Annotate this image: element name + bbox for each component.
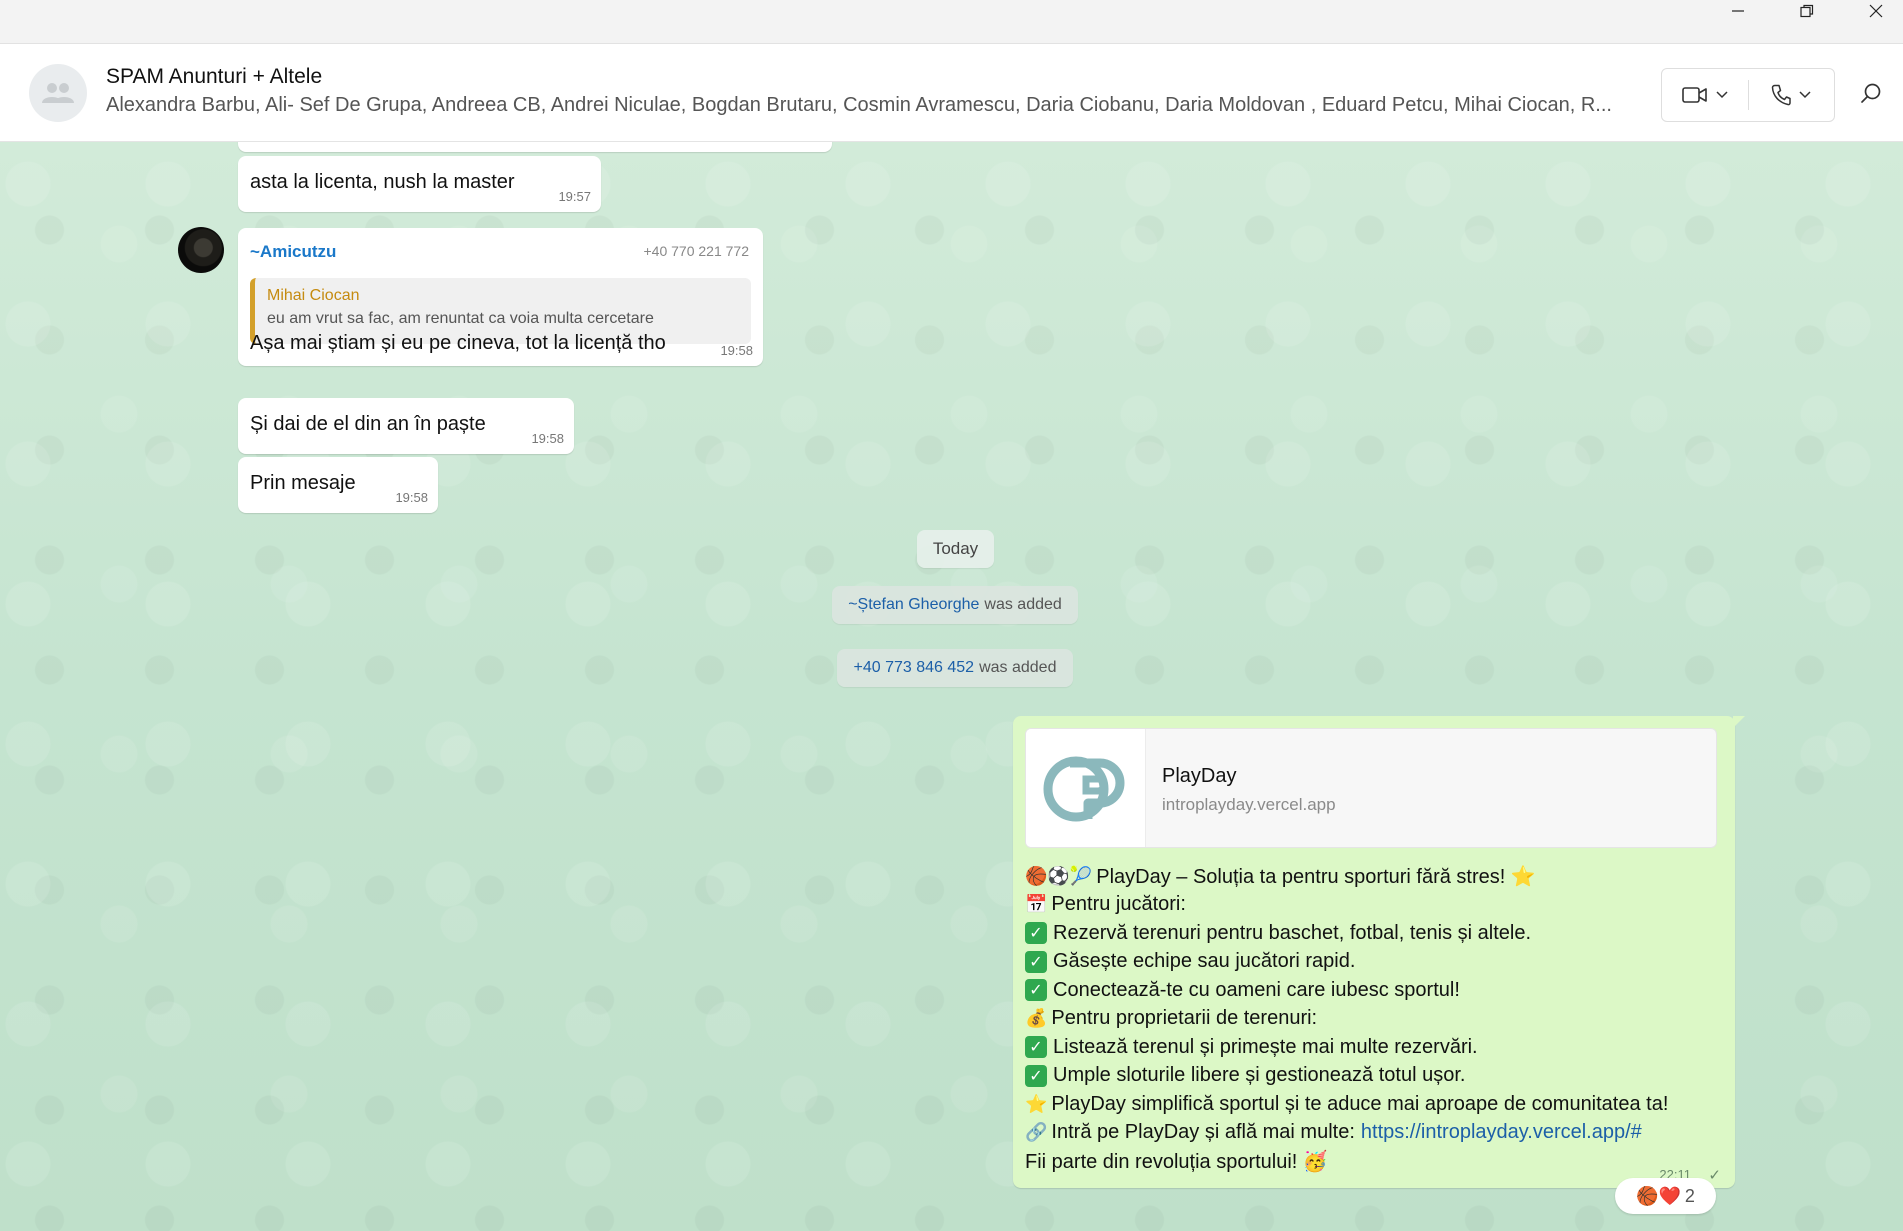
minimize-icon — [1731, 10, 1744, 12]
window-title-bar — [0, 0, 1903, 44]
search-icon — [1861, 83, 1881, 103]
chat-header: SPAM Anunturi + Altele Alexandra Barbu, … — [0, 44, 1903, 142]
message-line: ✓ Umple sloturile libere și gestionează t… — [1025, 1062, 1725, 1091]
message-line-text: Pentru jucători: — [1051, 893, 1186, 916]
group-icon — [42, 83, 74, 103]
check-mark-icon: ✓ — [1025, 922, 1047, 945]
outgoing-message-bubble[interactable]: PlayDay introplayday.vercel.app 🏀⚽🎾 PlayD… — [1013, 716, 1745, 1188]
message-line-text: Pentru proprietarii de terenuri: — [1051, 1007, 1318, 1030]
message-time: 19:58 — [531, 431, 564, 446]
voice-call-button[interactable] — [1749, 69, 1835, 121]
message-bubble[interactable]: Și dai de el din an în paște 19:58 — [238, 398, 574, 454]
playday-logo-icon — [1043, 756, 1124, 822]
emoji-icon: 💰 — [1025, 1008, 1048, 1029]
message-line: 📅 Pentru jucători: — [1025, 891, 1725, 920]
message-time: 19:57 — [558, 189, 591, 204]
message-text: Așa mai știam și eu pe cineva, tot la li… — [250, 332, 666, 354]
chat-messages-area[interactable]: asta la licenta, nush la master 19:57 ~A… — [0, 142, 1903, 1231]
emoji-icon: 📅 — [1025, 894, 1048, 915]
system-message: +40 773 846 452 was added — [837, 649, 1073, 687]
reaction-emojis: 🏀❤️ — [1636, 1185, 1681, 1206]
phone-icon — [1772, 84, 1791, 106]
chevron-down-icon — [1716, 91, 1728, 99]
message-time: 19:58 — [720, 343, 753, 358]
message-link[interactable]: https://introplayday.vercel.app/# — [1361, 1121, 1642, 1144]
system-message-text: was added — [984, 596, 1062, 613]
message-line-text: Intră pe PlayDay și află mai multe: — [1051, 1121, 1355, 1144]
message-line-text: Fii parte din revoluția sportului! 🥳 — [1025, 1150, 1328, 1173]
video-camera-icon — [1681, 87, 1707, 103]
sender-avatar[interactable] — [178, 227, 224, 273]
message-text: asta la licenta, nush la master — [250, 171, 515, 193]
message-line: ✓ Rezervă terenuri pentru baschet, fotbal… — [1025, 919, 1725, 948]
message-line-text: PlayDay simplifică sportul și te aduce m… — [1051, 1092, 1669, 1115]
check-mark-icon: ✓ — [1025, 1036, 1047, 1059]
restore-icon — [1799, 4, 1813, 18]
check-mark-icon: ✓ — [1025, 950, 1047, 973]
sender-phone: +40 770 221 772 — [643, 243, 750, 259]
sender-name[interactable]: ~Amicutzu — [250, 242, 336, 262]
message-line-text: Umple sloturile libere și gestionează to… — [1053, 1064, 1466, 1087]
chevron-down-icon — [1799, 91, 1811, 99]
chat-members-list[interactable]: Alexandra Barbu, Ali- Sef De Grupa, Andr… — [106, 94, 1646, 117]
close-icon — [1869, 4, 1882, 18]
date-divider: Today — [917, 530, 994, 568]
message-line: 💰 Pentru proprietarii de terenuri: — [1025, 1005, 1725, 1034]
group-avatar[interactable] — [29, 64, 87, 122]
quote-author: Mihai Ciocan — [267, 287, 360, 304]
message-line-text: PlayDay – Soluția ta pentru sporturi făr… — [1096, 865, 1536, 888]
check-mark-icon: ✓ — [1025, 1064, 1047, 1087]
emoji-icon: ⭐ — [1025, 1093, 1048, 1114]
message-bubble-reply[interactable]: ~Amicutzu +40 770 221 772 Mihai Ciocan e… — [238, 228, 763, 366]
chat-title[interactable]: SPAM Anunturi + Altele — [106, 65, 322, 89]
reaction-count: 2 — [1684, 1185, 1695, 1206]
video-call-button[interactable] — [1662, 69, 1748, 121]
message-text: Prin mesaje — [250, 472, 356, 494]
outgoing-message-text: 🏀⚽🎾 PlayDay – Soluția ta pentru sporturi … — [1025, 862, 1725, 1176]
quote-text: eu am vrut sa fac, am renuntat ca voia m… — [267, 310, 654, 327]
message-bubble[interactable]: Prin mesaje 19:58 — [238, 457, 438, 513]
link-preview-title: PlayDay — [1162, 765, 1237, 787]
emoji-icon: 🔗 — [1025, 1122, 1048, 1143]
call-button-group — [1661, 68, 1835, 122]
message-line: Fii parte din revoluția sportului! 🥳 — [1025, 1147, 1725, 1176]
message-line: 🏀⚽🎾 PlayDay – Soluția ta pentru sporturi … — [1025, 862, 1725, 891]
message-line-text: Rezervă terenuri pentru baschet, fotbal,… — [1053, 921, 1532, 944]
message-bubble-partial[interactable] — [238, 142, 832, 152]
message-reactions[interactable]: 🏀❤️ 2 — [1615, 1178, 1716, 1214]
message-line: ✓ Conectează-te cu oameni care iubesc spo… — [1025, 976, 1725, 1005]
message-bubble[interactable]: asta la licenta, nush la master 19:57 — [238, 156, 601, 212]
close-window-button[interactable] — [1841, 0, 1903, 22]
link-preview[interactable]: PlayDay introplayday.vercel.app — [1025, 728, 1717, 848]
search-button[interactable] — [1856, 78, 1886, 108]
message-line-text: Găsește echipe sau jucători rapid. — [1053, 950, 1356, 973]
message-time: 19:58 — [395, 490, 428, 505]
sent-check-icon: ✓ — [1708, 1167, 1721, 1184]
system-message-name[interactable]: ~Ștefan Gheorghe — [848, 596, 979, 614]
minimize-button[interactable] — [1703, 0, 1772, 22]
message-text: Și dai de el din an în paște — [250, 413, 486, 435]
emoji-icon: 🏀⚽🎾 — [1025, 865, 1093, 886]
message-line-text: Conectează-te cu oameni care iubesc spor… — [1053, 978, 1460, 1001]
restore-button[interactable] — [1772, 0, 1841, 22]
message-line-text: Listează terenul și primește mai multe r… — [1053, 1035, 1478, 1058]
system-message-text: was added — [979, 659, 1057, 676]
link-preview-url: introplayday.vercel.app — [1162, 795, 1336, 814]
message-line: ⭐ PlayDay simplifică sportul și te aduce … — [1025, 1090, 1725, 1119]
message-line: ✓ Listează terenul și primește mai multe … — [1025, 1033, 1725, 1062]
system-message: ~Ștefan Gheorghe was added — [832, 586, 1078, 624]
link-preview-thumbnail — [1026, 729, 1146, 847]
check-mark-icon: ✓ — [1025, 979, 1047, 1002]
message-line: ✓ Găsește echipe sau jucători rapid. — [1025, 948, 1725, 977]
message-line: 🔗 Intră pe PlayDay și află mai multe: http… — [1025, 1119, 1725, 1148]
system-message-name[interactable]: +40 773 846 452 — [854, 659, 975, 677]
